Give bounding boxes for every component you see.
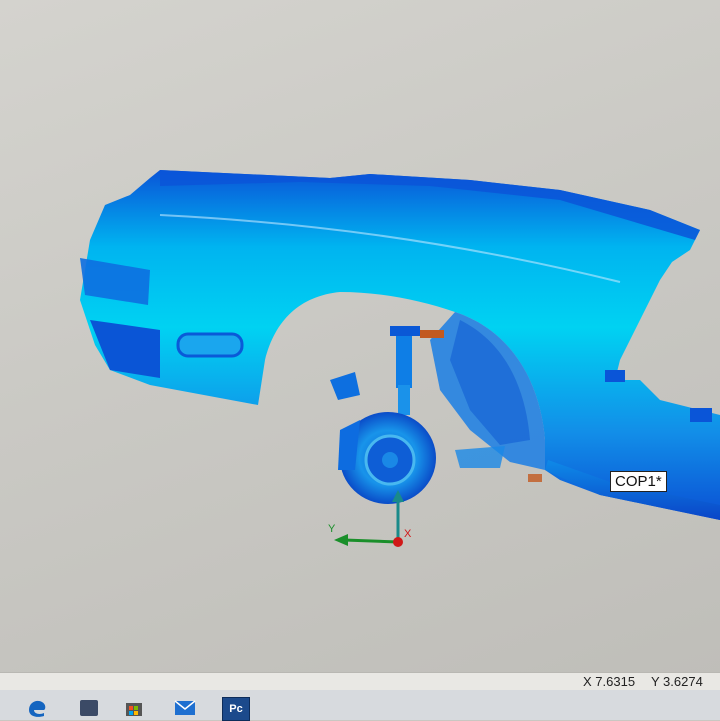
edge-icon[interactable] <box>24 697 50 719</box>
brake-hub <box>338 412 436 504</box>
y-coordinate: Y 3.6274 <box>651 674 703 689</box>
status-bar: X 7.6315 Y 3.6274 <box>0 672 720 691</box>
polyworks-icon[interactable]: Pc <box>222 697 250 721</box>
strut <box>396 328 412 388</box>
side-marker <box>176 332 244 358</box>
x-coordinate: X 7.6315 <box>583 674 636 689</box>
scan-model[interactable]: Y X <box>0 0 720 680</box>
annotation-label[interactable]: COP1* <box>610 471 667 492</box>
axis-x-label: X <box>404 528 412 540</box>
mail-icon[interactable] <box>172 697 198 719</box>
pinned-app-icon[interactable] <box>76 697 102 719</box>
3d-viewport[interactable]: Y X COP1* <box>0 0 720 680</box>
store-icon[interactable] <box>121 697 147 719</box>
axis-y-label: Y <box>328 523 336 535</box>
taskbar: Pc <box>0 690 720 721</box>
polyworks-icon-text: Pc <box>229 703 243 715</box>
